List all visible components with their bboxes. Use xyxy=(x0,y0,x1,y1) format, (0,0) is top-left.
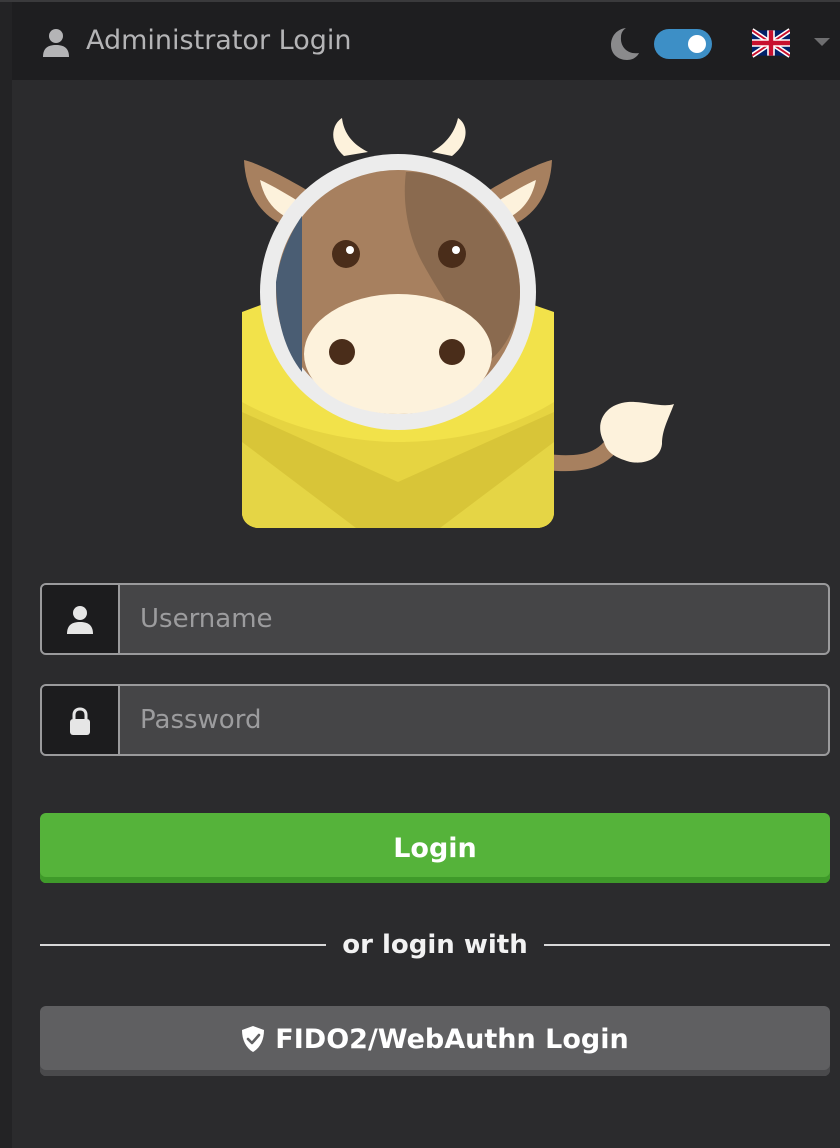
divider-line-right xyxy=(544,944,830,946)
password-input[interactable] xyxy=(120,686,828,754)
divider-line-left xyxy=(40,944,326,946)
lock-icon xyxy=(70,707,90,735)
divider-label: or login with xyxy=(342,930,528,960)
fido-login-label: FIDO2/WebAuthn Login xyxy=(275,1023,629,1055)
password-input-group xyxy=(40,684,830,756)
user-icon xyxy=(67,606,93,634)
page-title: Administrator Login xyxy=(86,25,352,56)
theme-toggle[interactable] xyxy=(654,29,712,59)
user-icon xyxy=(43,29,69,57)
shield-check-icon xyxy=(242,1026,265,1052)
username-addon xyxy=(42,585,120,653)
toggle-knob xyxy=(688,35,706,53)
cow-mail-logo xyxy=(242,118,674,528)
caret-down-icon[interactable] xyxy=(814,38,830,46)
password-addon xyxy=(42,686,120,754)
username-input[interactable] xyxy=(120,585,828,653)
username-input-group xyxy=(40,583,830,655)
uk-flag-icon[interactable] xyxy=(752,28,790,58)
moon-icon[interactable] xyxy=(606,26,642,62)
left-edge-strip xyxy=(0,0,12,1148)
fido-login-button[interactable]: FIDO2/WebAuthn Login xyxy=(40,1006,830,1076)
header-bar: Administrator Login xyxy=(12,2,840,80)
login-page: Administrator Login Username Login or lo… xyxy=(0,0,840,1148)
login-button[interactable]: Login xyxy=(40,813,830,883)
